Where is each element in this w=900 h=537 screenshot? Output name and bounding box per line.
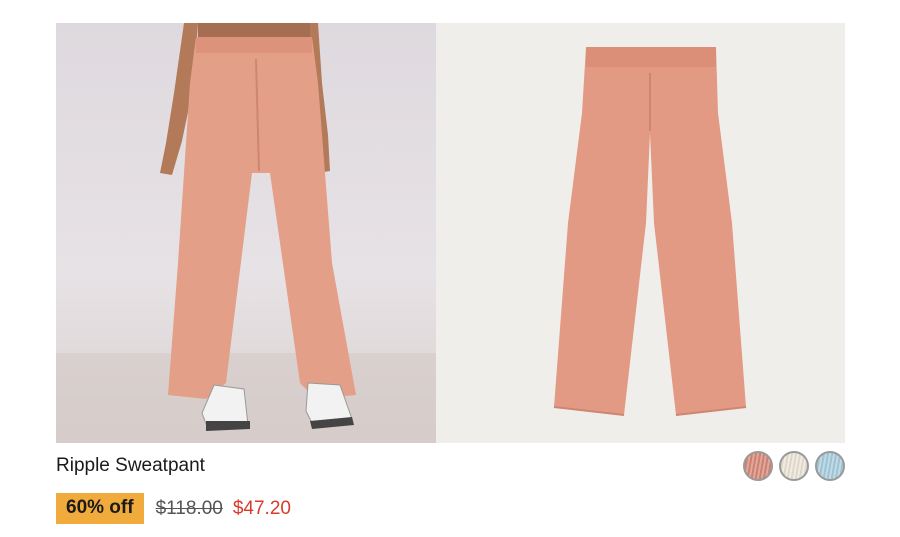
swatch-salmon[interactable] xyxy=(743,451,773,481)
flat-lay-photo[interactable] xyxy=(436,23,845,443)
product-info: Ripple Sweatpant 60% off $118.00 $47.20 xyxy=(56,451,845,535)
swatch-cream[interactable] xyxy=(779,451,809,481)
product-card[interactable]: Ripple Sweatpant 60% off $118.00 $47.20 xyxy=(56,23,845,535)
discount-badge: 60% off xyxy=(56,493,144,524)
model-photo[interactable] xyxy=(56,23,436,443)
product-title[interactable]: Ripple Sweatpant xyxy=(56,455,205,477)
original-price: $118.00 xyxy=(155,497,223,519)
color-swatches xyxy=(743,451,845,481)
sale-price: $47.20 xyxy=(232,497,291,519)
price-row: 60% off $118.00 $47.20 xyxy=(56,493,291,524)
flat-lay-illustration xyxy=(553,47,747,416)
product-gallery[interactable] xyxy=(56,23,845,443)
model-illustration xyxy=(56,23,436,443)
swatch-light-blue[interactable] xyxy=(815,451,845,481)
